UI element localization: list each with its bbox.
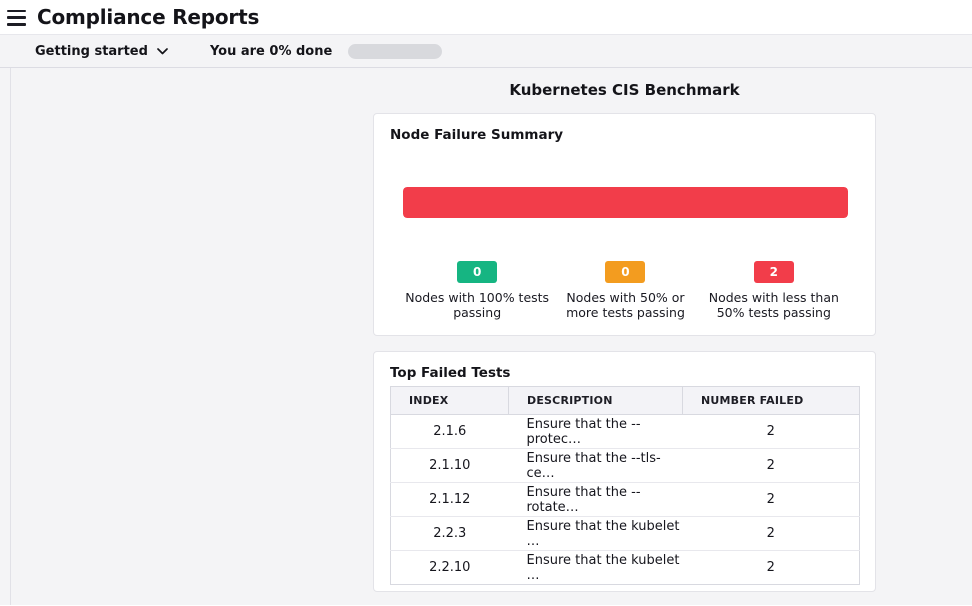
progress-text: You are 0% done — [210, 44, 332, 59]
table-row: 2.1.6 Ensure that the --protec… 2 — [391, 415, 860, 449]
cell-index: 2.1.10 — [391, 449, 509, 483]
stat-nodes-failing: 2 Nodes with less than 50% tests passing — [700, 261, 848, 320]
cell-number-failed: 2 — [683, 517, 860, 551]
stat-label: Nodes with 50% or more tests passing — [551, 290, 699, 320]
table-row: 2.2.10 Ensure that the kubelet … 2 — [391, 551, 860, 585]
cell-index: 2.2.10 — [391, 551, 509, 585]
app-header: Compliance Reports — [0, 0, 972, 34]
node-failure-summary-title: Node Failure Summary — [374, 114, 875, 143]
page-title: Compliance Reports — [37, 5, 259, 29]
stat-badge-green: 0 — [457, 261, 497, 283]
stat-label: Nodes with 100% tests passing — [403, 290, 551, 320]
progress-bar — [348, 44, 442, 59]
stat-nodes-passing-100: 0 Nodes with 100% tests passing — [403, 261, 551, 320]
cell-description: Ensure that the kubelet … — [509, 551, 683, 585]
top-failed-tests-table-wrap: INDEX DESCRIPTION NUMBER FAILED 2.1.6 En… — [390, 386, 859, 585]
node-failure-bar-segment-failing — [403, 187, 848, 218]
stat-badge-orange: 0 — [605, 261, 645, 283]
cell-number-failed: 2 — [683, 449, 860, 483]
stat-badge-red: 2 — [754, 261, 794, 283]
cell-description: Ensure that the --tls-ce… — [509, 449, 683, 483]
getting-started-bar: Getting started You are 0% done — [0, 34, 972, 68]
cell-index: 2.2.3 — [391, 517, 509, 551]
cell-number-failed: 2 — [683, 551, 860, 585]
column-header-index: INDEX — [391, 387, 509, 415]
top-failed-tests-table: INDEX DESCRIPTION NUMBER FAILED 2.1.6 En… — [390, 386, 860, 585]
cell-index: 2.1.6 — [391, 415, 509, 449]
report-column: Kubernetes CIS Benchmark Node Failure Su… — [373, 68, 876, 592]
cell-index: 2.1.12 — [391, 483, 509, 517]
getting-started-dropdown[interactable]: Getting started — [35, 44, 168, 59]
cell-description: Ensure that the --protec… — [509, 415, 683, 449]
table-row: 2.1.12 Ensure that the --rotate… 2 — [391, 483, 860, 517]
cell-number-failed: 2 — [683, 415, 860, 449]
chevron-down-icon — [157, 48, 168, 55]
cell-description: Ensure that the --rotate… — [509, 483, 683, 517]
menu-icon[interactable] — [7, 10, 26, 26]
cell-number-failed: 2 — [683, 483, 860, 517]
top-failed-tests-title: Top Failed Tests — [374, 352, 875, 381]
cell-description: Ensure that the kubelet … — [509, 517, 683, 551]
node-failure-bar-chart — [403, 187, 848, 218]
benchmark-heading: Kubernetes CIS Benchmark — [373, 81, 876, 99]
stat-nodes-passing-50: 0 Nodes with 50% or more tests passing — [551, 261, 699, 320]
table-row: 2.2.3 Ensure that the kubelet … 2 — [391, 517, 860, 551]
table-header-row: INDEX DESCRIPTION NUMBER FAILED — [391, 387, 860, 415]
stat-label: Nodes with less than 50% tests passing — [700, 290, 848, 320]
node-failure-stats: 0 Nodes with 100% tests passing 0 Nodes … — [403, 261, 848, 320]
content-area: Kubernetes CIS Benchmark Node Failure Su… — [0, 68, 972, 605]
content-left-divider — [10, 68, 11, 605]
node-failure-summary-card: Node Failure Summary 0 Nodes with 100% t… — [373, 113, 876, 336]
table-row: 2.1.10 Ensure that the --tls-ce… 2 — [391, 449, 860, 483]
getting-started-label: Getting started — [35, 44, 148, 59]
column-header-number-failed: NUMBER FAILED — [683, 387, 860, 415]
column-header-description: DESCRIPTION — [509, 387, 683, 415]
top-failed-tests-card: Top Failed Tests INDEX DESCRIPTION NUMBE… — [373, 351, 876, 592]
